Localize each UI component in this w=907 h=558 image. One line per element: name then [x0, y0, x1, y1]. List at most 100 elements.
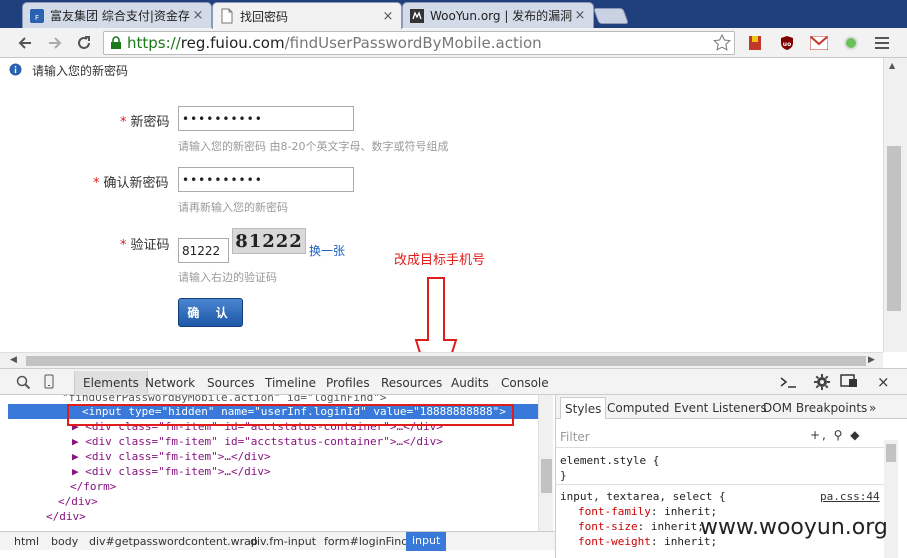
tab-computed[interactable]: Computed: [607, 401, 669, 415]
back-arrow-icon[interactable]: [14, 32, 36, 54]
captcha-input[interactable]: 81222: [178, 238, 229, 263]
css-prop-row[interactable]: font-weight: inherit;: [578, 535, 717, 548]
tab-styles[interactable]: Styles: [560, 397, 607, 419]
scroll-thumb[interactable]: [26, 356, 866, 366]
tab-resources[interactable]: Resources: [381, 376, 442, 390]
css-prop-row[interactable]: font-family: inherit;: [578, 505, 717, 518]
annotation-text: 改成目标手机号: [394, 253, 486, 268]
dom-line[interactable]: </div>: [46, 509, 86, 524]
dom-line[interactable]: </div>: [58, 494, 98, 509]
tab-network[interactable]: Network: [145, 376, 195, 390]
wooyun-logo-icon: [409, 8, 425, 24]
device-mode-icon[interactable]: [44, 374, 54, 392]
tab-profiles[interactable]: Profiles: [326, 376, 370, 390]
inspect-icon[interactable]: [16, 375, 31, 392]
scroll-thumb[interactable]: [541, 459, 552, 493]
page-icon: [219, 8, 235, 24]
bookmark-red-icon[interactable]: [746, 34, 764, 52]
crumb-input[interactable]: input: [406, 532, 447, 551]
gmail-icon[interactable]: [810, 34, 828, 52]
tab-audits[interactable]: Audits: [451, 376, 489, 390]
new-password-input[interactable]: ••••••••••: [178, 106, 354, 131]
css-prop-row[interactable]: font-size: inherit;: [578, 520, 704, 533]
tab-title: WooYun.org | 发布的漏洞: [430, 9, 573, 23]
url-scheme: https://: [127, 34, 181, 52]
captcha-hint: 请输入右边的验证码: [178, 271, 277, 284]
page-vertical-scrollbar[interactable]: ▲: [883, 58, 907, 352]
confirm-password-input[interactable]: ••••••••••: [178, 167, 354, 192]
info-icon: [9, 63, 22, 76]
gear-icon[interactable]: [814, 374, 830, 393]
dock-icon[interactable]: [840, 374, 858, 391]
confirm-password-hint: 请再新输入您的新密码: [178, 201, 288, 214]
close-icon[interactable]: ×: [381, 9, 395, 24]
crumb-fm-input[interactable]: div.fm-input: [250, 535, 316, 548]
close-devtools-icon[interactable]: ×: [877, 373, 890, 391]
green-dot-icon[interactable]: [842, 34, 860, 52]
new-password-label: * 新密码: [120, 115, 170, 130]
refresh-captcha-link[interactable]: 换一张: [309, 242, 345, 259]
tab-timeline[interactable]: Timeline: [265, 376, 316, 390]
highlight-box: [67, 404, 514, 426]
tab-title: 找回密码: [240, 9, 289, 24]
crumb-wrap[interactable]: div#getpasswordcontent.wrap: [89, 535, 258, 548]
captcha-label: * 验证码: [120, 238, 170, 253]
tab-title: 富友集团 综合支付|资金存: [50, 9, 190, 23]
close-icon[interactable]: ×: [191, 8, 205, 23]
tab-find-password[interactable]: 找回密码 ×: [212, 2, 402, 29]
page-header-text: 请输入您的新密码: [32, 64, 129, 78]
new-password-hint: 请输入您的新密码 由8-20个英文字母、数字或符号组成: [178, 140, 449, 153]
styles-scrollbar[interactable]: [884, 440, 898, 558]
tab-wooyun[interactable]: WooYun.org | 发布的漏洞 ×: [402, 2, 594, 28]
tab-console[interactable]: Console: [501, 376, 549, 390]
dom-breadcrumb: html body div#getpasswordcontent.wrap di…: [0, 531, 555, 551]
styles-filter-input[interactable]: Filter: [560, 430, 590, 444]
watermark: www.wooyun.org: [700, 515, 888, 540]
elements-scrollbar[interactable]: [538, 395, 553, 535]
tab-event-listeners[interactable]: Event Listeners: [674, 401, 767, 415]
dom-line[interactable]: </form>: [70, 479, 116, 494]
tab-strip: F 富友集团 综合支付|资金存 × 找回密码 × WooYun.org | 发布…: [0, 0, 907, 29]
address-bar[interactable]: https:// reg.fuiou.com /findUserPassword…: [103, 31, 735, 55]
confirm-password-label: * 确认新密码: [93, 176, 169, 191]
crumb-body[interactable]: body: [51, 535, 78, 548]
dom-line[interactable]: ▶ <div class="fm-item">…</div>: [72, 464, 271, 479]
scroll-left-icon[interactable]: ◀: [10, 355, 17, 365]
divider: [556, 484, 884, 485]
captcha-image[interactable]: 81222: [232, 228, 306, 254]
page-horizontal-scrollbar[interactable]: ◀ ▶: [0, 352, 883, 368]
css-element-close: }: [560, 469, 567, 482]
submit-button[interactable]: 确 认: [178, 298, 243, 327]
tab-dom-breakpoints[interactable]: DOM Breakpoints: [763, 401, 867, 415]
scroll-up-icon[interactable]: ▲: [889, 61, 895, 70]
crumb-form[interactable]: form#loginFind: [324, 535, 408, 548]
tab-fuiou[interactable]: F 富友集团 综合支付|资金存 ×: [22, 2, 212, 28]
scroll-thumb[interactable]: [887, 146, 901, 311]
tab-sources[interactable]: Sources: [207, 376, 254, 390]
divider: [556, 447, 884, 448]
console-drawer-icon[interactable]: [779, 375, 797, 392]
crumb-html[interactable]: html: [14, 535, 39, 548]
url-path: /findUserPasswordByMobile.action: [284, 34, 542, 52]
url-host: reg.fuiou.com: [180, 34, 285, 52]
dom-line[interactable]: ▶ <div class="fm-item" id="acctstatus-co…: [72, 434, 443, 449]
more-tabs-icon[interactable]: »: [869, 401, 876, 415]
style-tools-icon[interactable]: +, ⚲ ◆: [810, 428, 862, 442]
css-element-style: element.style {: [560, 454, 660, 467]
new-tab-button[interactable]: [593, 8, 629, 24]
menu-icon[interactable]: [873, 34, 891, 52]
bookmark-star-icon[interactable]: [711, 32, 733, 54]
svg-text:F: F: [35, 14, 39, 22]
browser-toolbar: https:// reg.fuiou.com /findUserPassword…: [0, 28, 907, 58]
svg-text:uo: uo: [783, 41, 791, 48]
scroll-thumb[interactable]: [886, 444, 896, 462]
reload-icon[interactable]: [73, 32, 95, 54]
close-icon[interactable]: ×: [573, 8, 587, 23]
css-rule-source-link[interactable]: pa.css:44: [820, 490, 880, 503]
ublock-icon[interactable]: uo: [778, 34, 796, 52]
dom-line[interactable]: ▶ <div class="fm-item">…</div>: [72, 449, 271, 464]
fuiou-logo-icon: F: [29, 8, 45, 24]
scroll-right-icon[interactable]: ▶: [868, 355, 875, 365]
forward-arrow-icon[interactable]: [44, 32, 66, 54]
tab-elements[interactable]: Elements: [74, 371, 148, 396]
